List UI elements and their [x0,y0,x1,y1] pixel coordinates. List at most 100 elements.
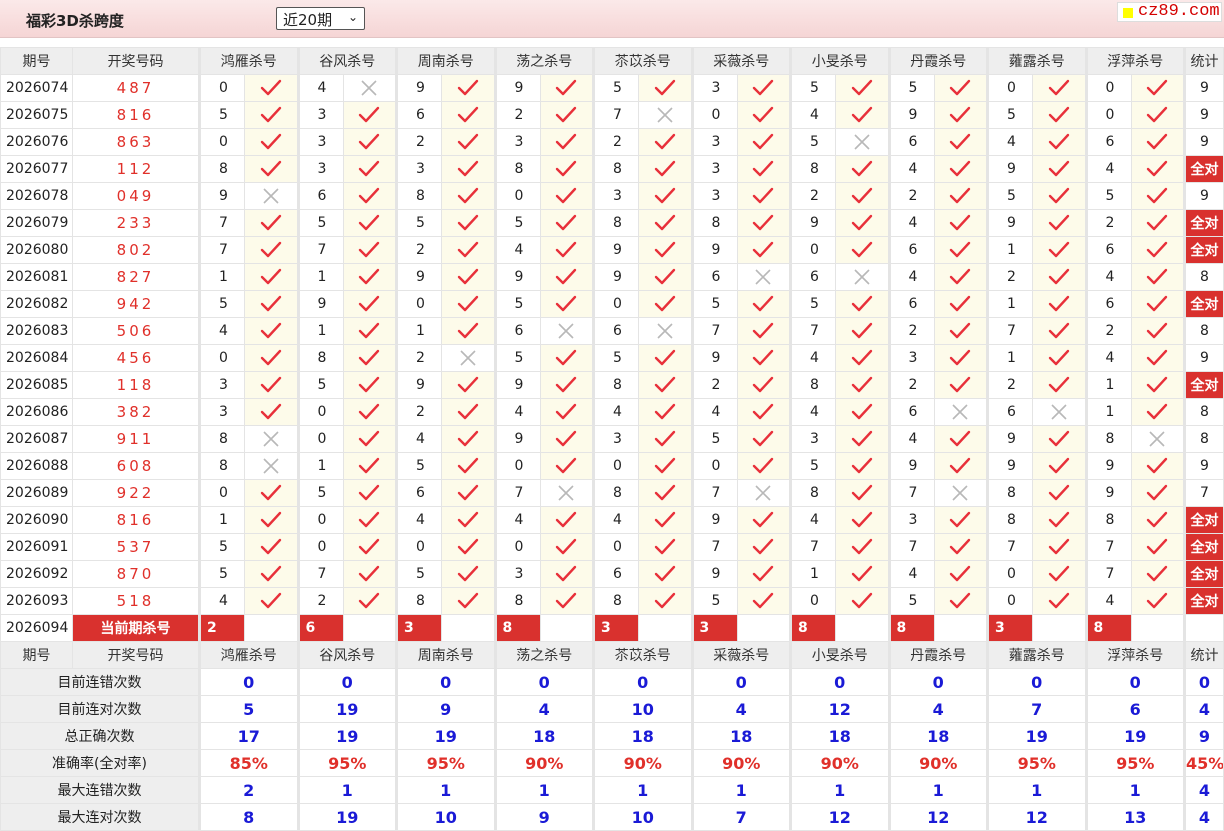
kill-number: 5 [198,533,245,561]
period-cell: 2026089 [0,479,73,507]
stats-value: 4 [690,695,791,723]
check-icon [933,128,988,156]
kill-number: 4 [789,506,836,534]
header-row: 期号 开奖号码 鸿雁杀号 谷风杀号 周南杀号 荡之杀号 苶苡杀号 采薇杀号 小旻杀号 丹霞杀号 蕹露… [0,641,1224,669]
stats-value: 1 [296,776,397,804]
stats-value: 95% [296,749,397,777]
check-icon [441,317,496,345]
stats-row: 总正确次数 17 19 19 18 18 18 18 18 19 19 9 [0,722,1224,750]
kill-number: 0 [395,533,442,561]
kill-number: 8 [592,587,639,615]
table-row: 2026080 802 7 7 2 4 9 9 0 6 1 6 全对 [0,236,1224,264]
kill-number: 7 [296,236,344,264]
stats-value: 19 [296,722,397,750]
stat-cell: 全对 [1183,560,1224,588]
kill-number: 8 [789,371,836,399]
period-cell: 2026090 [0,506,73,534]
draw-number: 816 [72,506,200,534]
current-kill-number: 8 [789,614,836,642]
period-cell: 2026076 [0,128,73,156]
kill-number: 5 [493,290,541,318]
kill-number: 3 [887,506,935,534]
check-icon [539,155,594,183]
check-icon [244,101,299,129]
kill-number: 3 [887,344,935,372]
table-row: 2026088 608 8 1 5 0 0 0 5 9 9 9 9 [0,452,1224,480]
kill-number: 4 [1084,344,1132,372]
stats-value: 18 [690,722,791,750]
kill-number: 1 [986,290,1033,318]
check-icon [736,155,791,183]
check-icon [244,317,299,345]
table-row: 2026086 382 3 0 2 4 4 4 4 6 6 1 8 [0,398,1224,426]
table-row: 2026081 827 1 1 9 9 9 6 6 4 2 4 8 [0,263,1224,291]
stats-value: 95% [986,749,1087,777]
stats-row: 目前连错次数 0 0 0 0 0 0 0 0 0 0 0 [0,668,1224,696]
kill-number: 7 [690,479,738,507]
check-icon [342,209,397,237]
kill-number: 0 [1084,74,1132,102]
cross-icon [1130,425,1185,453]
kill-number: 8 [592,479,639,507]
col-header-expert: 谷风杀号 [296,641,397,669]
check-icon [933,425,988,453]
kill-number: 3 [296,128,344,156]
check-icon [736,371,791,399]
cross-icon [1032,398,1087,426]
check-icon [835,452,890,480]
stats-value: 1 [690,776,791,804]
check-icon [539,209,594,237]
stats-value: 0 [1084,668,1185,696]
stat-cell: 9 [1183,182,1224,210]
empty-cell [342,614,397,642]
kill-number: 9 [690,560,738,588]
kill-number: 0 [986,560,1033,588]
check-icon [1032,290,1087,318]
kill-number: 6 [296,182,344,210]
stat-cell: 全对 [1183,533,1224,561]
check-icon [638,398,693,426]
stats-value: 10 [395,803,496,831]
table-row: 2026082 942 5 9 0 5 0 5 5 6 1 6 全对 [0,290,1224,318]
check-icon [1032,533,1087,561]
period-cell: 2026086 [0,398,73,426]
check-icon [736,290,791,318]
check-icon [342,479,397,507]
check-icon [244,128,299,156]
stats-value: 90% [789,749,890,777]
kill-number: 5 [789,290,836,318]
kill-number: 5 [395,452,442,480]
stats-value: 12 [887,803,988,831]
stats-value: 18 [887,722,988,750]
empty-cell [1032,614,1087,642]
stats-value: 0 [690,668,791,696]
kill-number: 0 [493,533,541,561]
check-icon [1130,587,1185,615]
draw-number: 870 [72,560,200,588]
check-icon [638,236,693,264]
stat-cell: 全对 [1183,236,1224,264]
table-row: 2026078 049 9 6 8 0 3 3 2 2 5 5 9 [0,182,1224,210]
kill-number: 1 [1084,371,1132,399]
period-cell: 2026075 [0,101,73,129]
kill-number: 9 [1084,452,1132,480]
kill-number: 2 [395,236,442,264]
kill-number: 6 [592,317,639,345]
check-icon [933,533,988,561]
period-cell: 2026074 [0,74,73,102]
kill-number: 1 [1084,398,1132,426]
check-icon [539,452,594,480]
kill-number: 7 [690,317,738,345]
site-logo[interactable]: cz89.com [1117,2,1222,22]
current-row: 2026094 当前期杀号 2 6 3 8 3 3 8 8 3 8 [0,614,1224,642]
stats-value: 90% [592,749,693,777]
kill-number: 3 [198,398,245,426]
period-select[interactable]: 近20期 ⌄ [276,7,365,30]
check-icon [244,344,299,372]
kill-number: 7 [1084,560,1132,588]
kill-number: 2 [296,587,344,615]
col-header-expert: 丹霞杀号 [887,641,988,669]
stats-row: 准确率(全对率) 85% 95% 95% 90% 90% 90% 90% 90% 95% 95% 45… [0,749,1224,777]
kill-number: 5 [493,344,541,372]
kill-table: 期号 开奖号码 鸿雁杀号 谷风杀号 周南杀号 荡之杀号 苶苡杀号 采薇杀号 小旻杀号 丹霞杀号 蕹露… [0,47,1224,831]
